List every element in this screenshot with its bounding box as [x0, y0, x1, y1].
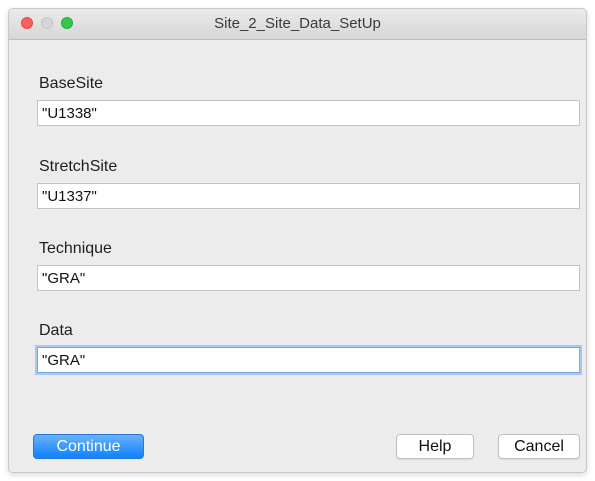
stretchsite-input[interactable] — [37, 183, 580, 209]
technique-input[interactable] — [37, 265, 580, 291]
continue-button[interactable]: Continue — [33, 434, 144, 459]
basesite-label: BaseSite — [39, 75, 104, 92]
window-title: Site_2_Site_Data_SetUp — [214, 15, 381, 32]
title-bar[interactable]: Site_2_Site_Data_SetUp — [9, 9, 586, 40]
stretchsite-label: StretchSite — [39, 158, 118, 175]
basesite-input[interactable] — [37, 100, 580, 126]
cancel-button[interactable]: Cancel — [498, 434, 580, 459]
help-button[interactable]: Help — [396, 434, 474, 459]
dialog-window: Site_2_Site_Data_SetUp BaseSite StretchS… — [8, 8, 587, 473]
technique-label: Technique — [39, 240, 112, 257]
data-label: Data — [39, 322, 73, 339]
data-input[interactable] — [37, 347, 580, 373]
